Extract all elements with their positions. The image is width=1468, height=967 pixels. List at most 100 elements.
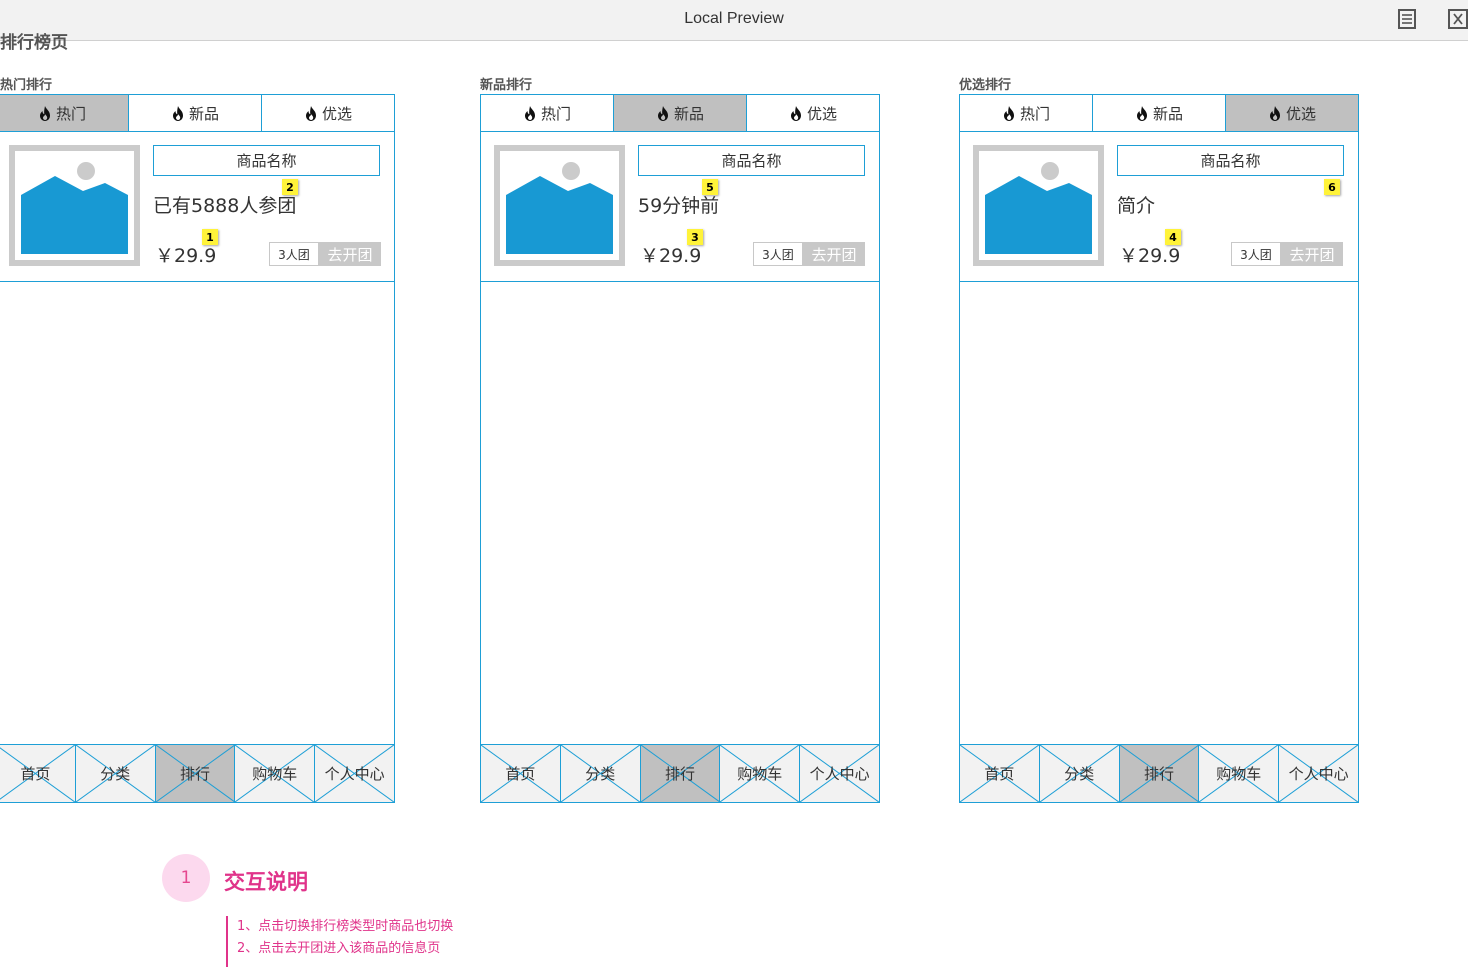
group-size-badge: 3人团 [753, 242, 803, 266]
note-line: 2、点击去开团进入该商品的信息页 [237, 941, 441, 956]
nav-ranking[interactable]: 排行 [640, 745, 721, 802]
ranking-tabs: 热门 新品 优选 [960, 95, 1358, 132]
tab-new[interactable]: 新品 [129, 95, 262, 131]
fire-icon [1136, 105, 1147, 121]
image-placeholder-icon [494, 145, 625, 266]
nav-label: 排行 [1143, 765, 1174, 783]
annotation-marker: 5 [702, 179, 718, 195]
fire-icon [305, 105, 316, 121]
nav-label: 首页 [984, 765, 1015, 783]
tab-label: 优选 [806, 104, 837, 123]
ranking-tabs: 热门 新品 优选 [0, 95, 394, 132]
tab-hot[interactable]: 热门 [481, 95, 614, 131]
product-card[interactable]: 商品名称 59分钟前 5 ￥29.9 3 3人团 去开团 [481, 132, 879, 282]
fire-icon [39, 105, 50, 121]
start-group-button[interactable]: 去开团 [803, 242, 865, 266]
tab-label: 热门 [540, 104, 571, 123]
bottom-nav: 首页 分类 排行 购物车 个人中心 [0, 744, 394, 802]
nav-ranking[interactable]: 排行 [1119, 745, 1200, 802]
annotation-marker: 4 [1165, 229, 1181, 245]
tab-label: 优选 [321, 104, 352, 123]
tab-hot[interactable]: 热门 [0, 95, 129, 131]
fire-icon [172, 105, 183, 121]
product-price: ￥29.9 [1119, 245, 1181, 267]
phone-frame-hot: 热门 新品 优选 商品名称 已有5888人参团 2 ￥29.9 1 3人团 去开… [0, 94, 395, 803]
fire-icon [1269, 105, 1280, 121]
nav-label: 首页 [505, 765, 536, 783]
tab-select[interactable]: 优选 [262, 95, 394, 131]
page-title: 排行榜页 [0, 33, 68, 53]
close-window-icon[interactable] [1447, 8, 1468, 30]
nav-ranking[interactable]: 排行 [155, 745, 236, 802]
tab-hot[interactable]: 热门 [960, 95, 1093, 131]
annotation-marker: 3 [687, 229, 703, 245]
nav-label: 购物车 [252, 765, 298, 783]
nav-cart[interactable]: 购物车 [1199, 745, 1280, 802]
product-price: ￥29.9 [640, 245, 702, 267]
tab-label: 新品 [1152, 104, 1183, 123]
product-price: ￥29.9 [155, 245, 217, 267]
tab-select[interactable]: 优选 [747, 95, 879, 131]
product-intro-text: 简介 [1117, 195, 1156, 217]
tab-new[interactable]: 新品 [1093, 95, 1226, 131]
panel-label-hot: 热门排行 [0, 78, 53, 93]
tab-label: 新品 [673, 104, 704, 123]
ranking-tabs: 热门 新品 优选 [481, 95, 879, 132]
fire-icon [790, 105, 801, 121]
nav-label: 购物车 [737, 765, 783, 783]
nav-label: 排行 [179, 765, 210, 783]
nav-cart[interactable]: 购物车 [235, 745, 316, 802]
window-titlebar: Local Preview [0, 0, 1468, 41]
nav-category[interactable]: 分类 [560, 745, 641, 802]
tab-select[interactable]: 优选 [1226, 95, 1358, 131]
tab-label: 新品 [188, 104, 219, 123]
product-name-field: 商品名称 [638, 145, 865, 176]
nav-profile[interactable]: 个人中心 [1279, 745, 1358, 802]
start-group-button[interactable]: 去开团 [1281, 242, 1343, 266]
annotation-marker: 6 [1324, 179, 1340, 195]
image-placeholder-icon [9, 145, 140, 266]
nav-label: 排行 [664, 765, 695, 783]
nav-label: 首页 [20, 765, 51, 783]
phone-frame-select: 热门 新品 优选 商品名称 简介 6 ￥29.9 4 3人团 去开团 首页 分类… [959, 94, 1359, 803]
nav-home[interactable]: 首页 [960, 745, 1040, 802]
group-size-badge: 3人团 [1231, 242, 1281, 266]
group-size-badge: 3人团 [269, 242, 319, 266]
participants-text: 已有5888人参团 [153, 195, 297, 217]
nav-home[interactable]: 首页 [481, 745, 561, 802]
fire-icon [657, 105, 668, 121]
document-icon[interactable] [1396, 8, 1418, 30]
time-posted-text: 59分钟前 [638, 195, 720, 217]
nav-home[interactable]: 首页 [0, 745, 76, 802]
tab-new[interactable]: 新品 [614, 95, 747, 131]
annotation-marker: 2 [282, 179, 298, 195]
nav-category[interactable]: 分类 [75, 745, 156, 802]
note-body: 1、点击切换排行榜类型时商品也切换 2、点击去开团进入该商品的信息页 [226, 916, 453, 967]
tab-label: 热门 [1019, 104, 1050, 123]
note-title: 交互说明 [224, 870, 308, 894]
annotation-marker: 1 [202, 229, 218, 245]
nav-profile[interactable]: 个人中心 [315, 745, 394, 802]
bottom-nav: 首页 分类 排行 购物车 个人中心 [960, 744, 1358, 802]
nav-label: 个人中心 [324, 765, 385, 783]
panel-label-new: 新品排行 [480, 78, 533, 93]
nav-label: 分类 [1064, 765, 1095, 783]
nav-label: 分类 [585, 765, 616, 783]
tab-label: 优选 [1285, 104, 1316, 123]
product-card[interactable]: 商品名称 已有5888人参团 2 ￥29.9 1 3人团 去开团 [0, 132, 394, 282]
note-number-badge: 1 [162, 854, 210, 902]
product-card[interactable]: 商品名称 简介 6 ￥29.9 4 3人团 去开团 [960, 132, 1358, 282]
nav-cart[interactable]: 购物车 [720, 745, 801, 802]
nav-label: 个人中心 [1288, 765, 1349, 783]
phone-frame-new: 热门 新品 优选 商品名称 59分钟前 5 ￥29.9 3 3人团 去开团 首页… [480, 94, 880, 803]
start-group-button[interactable]: 去开团 [319, 242, 381, 266]
nav-profile[interactable]: 个人中心 [800, 745, 879, 802]
bottom-nav: 首页 分类 排行 购物车 个人中心 [481, 744, 879, 802]
product-name-field: 商品名称 [153, 145, 380, 176]
panel-label-select: 优选排行 [959, 78, 1012, 93]
fire-icon [524, 105, 535, 121]
nav-category[interactable]: 分类 [1039, 745, 1120, 802]
image-placeholder-icon [973, 145, 1104, 266]
product-name-field: 商品名称 [1117, 145, 1344, 176]
note-line: 1、点击切换排行榜类型时商品也切换 [237, 919, 454, 934]
